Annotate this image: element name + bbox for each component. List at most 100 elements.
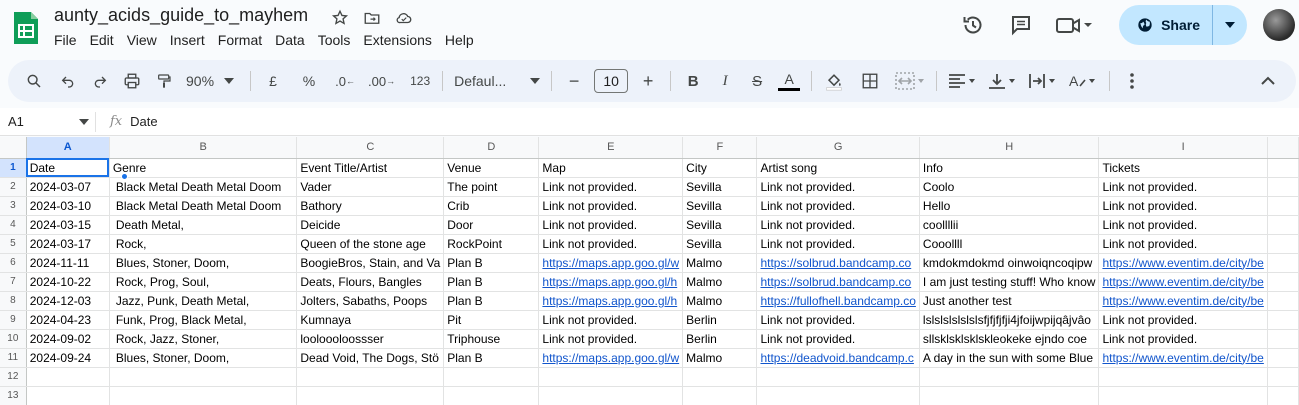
cell-d8[interactable]: Plan B <box>443 291 540 311</box>
row-header[interactable]: 5 <box>0 234 27 254</box>
column-header-f[interactable]: F <box>682 137 758 159</box>
cell-h9[interactable]: lslslslslslslsfjfjfjfji4jfoijwpijqâjvâo <box>919 310 1100 330</box>
cell-b8[interactable]: Jazz, Punk, Death Metal, <box>109 291 298 311</box>
search-icon[interactable] <box>20 67 48 95</box>
cell-g12[interactable] <box>756 367 920 387</box>
fill-color-icon[interactable] <box>820 67 848 95</box>
cell-f11[interactable]: Malmo <box>682 348 758 368</box>
column-header-h[interactable]: H <box>919 137 1100 159</box>
cell-i13[interactable] <box>1098 386 1268 405</box>
column-header-c[interactable]: C <box>296 137 445 159</box>
avatar[interactable] <box>1263 9 1295 41</box>
row-header[interactable]: 13 <box>0 386 27 405</box>
cell-d4[interactable]: Door <box>443 215 540 235</box>
menu-insert[interactable]: Insert <box>170 32 212 48</box>
cell-b3[interactable]: Black Metal Death Metal Doom <box>109 196 298 216</box>
cell-h8[interactable]: Just another test <box>919 291 1100 311</box>
cell-b9[interactable]: Funk, Prog, Black Metal, <box>109 310 298 330</box>
cell-e10[interactable]: Link not provided. <box>538 329 684 349</box>
row-header[interactable]: 4 <box>0 215 27 235</box>
version-history-icon[interactable] <box>955 7 991 43</box>
cell-a10[interactable]: 2024-09-02 <box>26 329 110 349</box>
cell-overflow[interactable] <box>1267 291 1299 311</box>
horizontal-align-icon[interactable] <box>945 67 981 95</box>
cell-g1[interactable]: Artist song <box>756 158 920 178</box>
cell-d1[interactable]: Venue <box>443 158 540 178</box>
cell-f4[interactable]: Sevilla <box>682 215 758 235</box>
cell-g7[interactable]: https://solbrud.bandcamp.co <box>756 272 920 292</box>
cell-i6[interactable]: https://www.eventim.de/city/be <box>1098 253 1268 273</box>
menu-edit[interactable]: Edit <box>90 32 121 48</box>
select-all-corner[interactable] <box>0 137 27 159</box>
cell-overflow[interactable] <box>1267 234 1299 254</box>
column-header-b[interactable]: B <box>109 137 298 159</box>
cell-d11[interactable]: Plan B <box>443 348 540 368</box>
cell-g8[interactable]: https://fullofhell.bandcamp.co <box>756 291 920 311</box>
cell-h11[interactable]: A day in the sun with some Blue <box>919 348 1100 368</box>
menu-help[interactable]: Help <box>445 32 481 48</box>
print-icon[interactable] <box>118 67 146 95</box>
paint-format-icon[interactable] <box>150 67 178 95</box>
cell-c5[interactable]: Queen of the stone age <box>296 234 445 254</box>
star-icon[interactable] <box>328 7 352 29</box>
cell-b2[interactable]: Black Metal Death Metal Doom <box>109 177 298 197</box>
cell-b11[interactable]: Blues, Stoner, Doom, <box>109 348 298 368</box>
more-options-icon[interactable] <box>1118 67 1146 95</box>
cell-overflow[interactable] <box>1267 348 1299 368</box>
cell-b12[interactable] <box>109 367 298 387</box>
cell-c7[interactable]: Deats, Flours, Bangles <box>296 272 445 292</box>
cell-b1[interactable]: Genre <box>109 158 298 178</box>
sheets-logo-icon[interactable] <box>12 10 40 46</box>
font-size-input[interactable]: 10 <box>594 69 629 93</box>
cell-i1[interactable]: Tickets <box>1098 158 1268 178</box>
move-folder-icon[interactable] <box>360 7 384 29</box>
cell-f9[interactable]: Berlin <box>682 310 758 330</box>
cell-g13[interactable] <box>756 386 920 405</box>
decrease-font-size-button[interactable]: − <box>560 67 588 95</box>
cell-g10[interactable]: Link not provided. <box>756 329 920 349</box>
text-rotation-icon[interactable]: A <box>1065 67 1101 95</box>
merge-cells-icon[interactable] <box>892 67 928 95</box>
cell-c13[interactable] <box>296 386 445 405</box>
cell-c11[interactable]: Dead Void, The Dogs, Stö <box>296 348 445 368</box>
cell-e4[interactable]: Link not provided. <box>538 215 684 235</box>
column-header-i[interactable]: I <box>1098 137 1268 159</box>
cell-e12[interactable] <box>538 367 684 387</box>
cell-e13[interactable] <box>538 386 684 405</box>
cell-a1[interactable]: Date <box>26 158 110 178</box>
cell-a9[interactable]: 2024-04-23 <box>26 310 110 330</box>
menu-tools[interactable]: Tools <box>318 32 358 48</box>
row-header[interactable]: 12 <box>0 367 27 387</box>
row-header[interactable]: 2 <box>0 177 27 197</box>
cell-overflow[interactable] <box>1267 177 1299 197</box>
cell-i8[interactable]: https://www.eventim.de/city/be <box>1098 291 1268 311</box>
cell-i7[interactable]: https://www.eventim.de/city/be <box>1098 272 1268 292</box>
cell-d6[interactable]: Plan B <box>443 253 540 273</box>
cell-overflow[interactable] <box>1267 329 1299 349</box>
cell-g6[interactable]: https://solbrud.bandcamp.co <box>756 253 920 273</box>
cell-h1[interactable]: Info <box>919 158 1100 178</box>
cell-overflow[interactable] <box>1267 386 1299 405</box>
text-color-button[interactable]: A <box>775 67 803 95</box>
cell-g11[interactable]: https://deadvoid.bandcamp.c <box>756 348 920 368</box>
share-button[interactable]: Share <box>1119 5 1213 45</box>
cell-overflow[interactable] <box>1267 253 1299 273</box>
format-currency-button[interactable]: £ <box>259 67 287 95</box>
increase-font-size-button[interactable]: + <box>634 67 662 95</box>
cell-a13[interactable] <box>26 386 110 405</box>
column-header-g[interactable]: G <box>756 137 920 159</box>
cell-e7[interactable]: https://maps.app.goo.gl/h <box>538 272 684 292</box>
column-header-a[interactable]: A <box>26 137 110 159</box>
row-header[interactable]: 8 <box>0 291 27 311</box>
cell-h7[interactable]: I am just testing stuff! Who know <box>919 272 1100 292</box>
row-header[interactable]: 7 <box>0 272 27 292</box>
cell-g9[interactable]: Link not provided. <box>756 310 920 330</box>
cell-c3[interactable]: Bathory <box>296 196 445 216</box>
redo-icon[interactable] <box>86 67 114 95</box>
cell-overflow[interactable] <box>1267 310 1299 330</box>
cell-d2[interactable]: The point <box>443 177 540 197</box>
cell-e5[interactable]: Link not provided. <box>538 234 684 254</box>
menu-format[interactable]: Format <box>218 32 269 48</box>
cloud-saved-icon[interactable] <box>392 7 416 29</box>
cell-g5[interactable]: Link not provided. <box>756 234 920 254</box>
